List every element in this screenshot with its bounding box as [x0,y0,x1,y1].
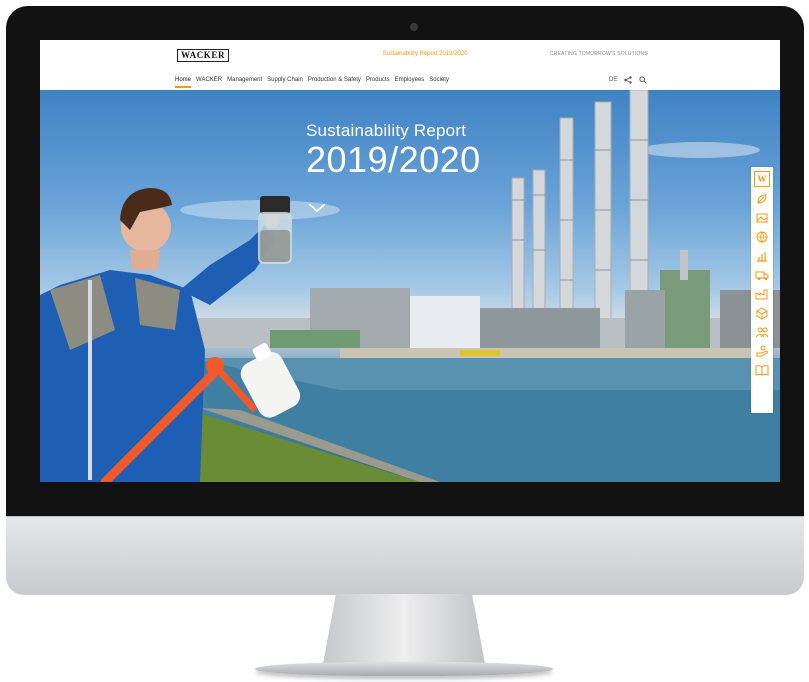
truck-icon[interactable] [755,268,769,282]
wacker-w-icon[interactable]: W [754,171,770,187]
hero-heading: Sustainability Report 2019/2020 [306,121,481,181]
nav-item-management[interactable]: Management [227,77,262,88]
nav-item-production-safety[interactable]: Production & Safety [308,77,361,88]
hero-banner: Sustainability Report 2019/2020 W [40,90,780,482]
image-icon[interactable] [755,211,769,225]
monitor-chin [6,516,804,595]
hand-icon[interactable] [755,344,769,358]
language-switch[interactable]: DE [609,77,617,83]
monitor-base [255,662,553,676]
nav-item-home[interactable]: Home [175,77,192,88]
nav-item-employees[interactable]: Employees [395,77,425,88]
chevron-down-icon[interactable] [308,200,326,218]
people-icon[interactable] [755,325,769,339]
search-icon[interactable] [639,76,648,84]
tagline: CREATING TOMORROW'S SOLUTIONS [550,51,648,57]
box-icon[interactable] [755,306,769,320]
top-bar: WACKER Sustainability Report 2019/2020 C… [40,40,780,71]
nav-item-supply-chain[interactable]: Supply Chain [267,77,303,88]
nav-item-society[interactable]: Society [429,77,449,88]
main-navigation: Home WACKER Management Supply Chain Prod… [40,70,780,90]
report-title[interactable]: Sustainability Report 2019/2020 [350,51,500,57]
chart-icon[interactable] [755,249,769,263]
website-screen: WACKER Sustainability Report 2019/2020 C… [40,40,780,482]
share-icon[interactable] [624,76,633,84]
quick-nav-sidebar: W [751,167,773,413]
factory-icon[interactable] [755,287,769,301]
nav-item-products[interactable]: Products [366,77,390,88]
monitor-stand [323,594,485,664]
camera-icon [410,23,418,31]
globe-icon[interactable] [755,230,769,244]
book-icon[interactable] [755,363,769,377]
leaf-icon[interactable] [755,192,769,206]
wacker-logo[interactable]: WACKER [177,49,230,62]
hero-year: 2019/2020 [306,139,481,180]
nav-item-wacker[interactable]: WACKER [196,77,222,88]
hero-subtitle: Sustainability Report [306,121,467,140]
